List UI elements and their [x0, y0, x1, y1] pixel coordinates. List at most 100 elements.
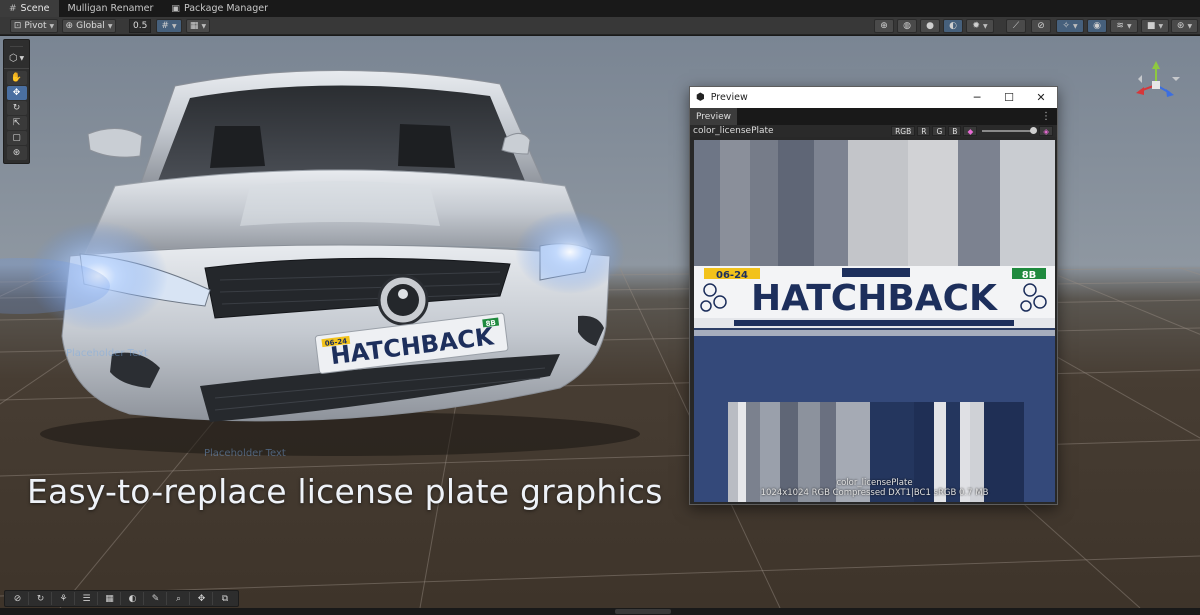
tab-scene[interactable]: # Scene [0, 0, 59, 17]
overlay-button-refresh[interactable]: ↻ [30, 592, 52, 605]
channel-g-button[interactable]: G [932, 126, 947, 136]
overlay-button-brush[interactable]: ✎ [145, 592, 167, 605]
wireframe-sphere-icon: ⊕ [880, 21, 888, 31]
effects-dropdown[interactable]: ✧ ▼ [1056, 19, 1084, 33]
pivot-icon: ⊡ [13, 21, 22, 31]
scene-view[interactable]: 06-24 8B HATCHBACK Placeholder Text Plac… [0, 36, 1200, 608]
move-tool-button[interactable]: ✥ [6, 86, 27, 100]
preview-tab-bar: Preview ⋮ [690, 108, 1057, 125]
x-axis-cone[interactable] [1136, 87, 1144, 95]
resize-handle[interactable] [615, 609, 671, 614]
texture-preview: 06-24 8B HATCHBACK color_licensePlate 10… [694, 140, 1055, 502]
gizmo-center-cube[interactable] [1152, 81, 1160, 89]
cube-icon: ⬡ [8, 53, 18, 64]
placeholder-label-bottom: Placeholder Text [204, 448, 286, 459]
feature-caption: Easy-to-replace license plate graphics [27, 472, 663, 511]
texture-info-detail: 1024x1024 RGB Compressed DXT1|BC1 sRGB 0… [760, 488, 989, 498]
brush-icon: ✎ [151, 593, 160, 604]
audio-toggle[interactable]: ⊘ [1031, 19, 1051, 33]
scale-icon: ⇱ [12, 118, 21, 128]
preview-titlebar[interactable]: ⬢ Preview ─ ☐ ✕ [690, 87, 1057, 108]
chevron-down-icon: ▼ [1072, 22, 1078, 30]
editor-tab-bar: # Scene Mulligan Renamer ▣ Package Manag… [0, 0, 1200, 17]
pivot-dropdown[interactable]: ⊡ Pivot ▼ [10, 19, 58, 33]
view-options-dropdown[interactable]: ⬡ ▼ [4, 49, 29, 69]
rect-tool-button[interactable]: ▢ [6, 131, 27, 145]
chevron-down-icon: ▼ [1187, 22, 1193, 30]
mip-small-icon: ◆ [963, 126, 978, 136]
lit-sphere-icon: ◐ [949, 21, 957, 31]
rotate-icon: ↻ [12, 103, 21, 113]
grid-snap-toggle[interactable]: # ▼ [156, 19, 182, 33]
global-dropdown[interactable]: ⊕ Global ▼ [62, 19, 116, 33]
overlay-button-night[interactable]: ◐ [122, 592, 144, 605]
overlay-button-compass[interactable]: ⊘ [7, 592, 29, 605]
palette-grip[interactable] [10, 41, 23, 47]
window-icon: ⧉ [221, 593, 229, 604]
z-axis-cone[interactable] [1166, 89, 1174, 97]
more-options-icon[interactable]: ⋮ [1041, 111, 1051, 122]
grid-snap-icon: # [161, 21, 169, 31]
scene-toolbar: ⊡ Pivot ▼ ⊕ Global ▼ 0.5 # ▼ ▦ ▼ ⊕ ◍ ● ◐… [0, 17, 1200, 35]
slider-knob[interactable] [1030, 127, 1038, 134]
texture-date-text: 06-24 [716, 270, 748, 281]
snap-increment-field[interactable]: 0.5 [129, 19, 151, 33]
maximize-icon: ☐ [1004, 91, 1014, 104]
tab-preview[interactable]: Preview [690, 108, 738, 125]
view-tool-button[interactable]: ✋ [6, 71, 27, 85]
grid-icon: ▦ [105, 593, 114, 604]
scene-visibility-toggle[interactable]: ◉ [1087, 19, 1107, 33]
overlay-button-grid[interactable]: ▦ [99, 592, 121, 605]
rect-transform-icon: ▢ [12, 133, 21, 143]
minimize-button[interactable]: ─ [961, 87, 993, 108]
preview-header: color_licensePlate RGB R G B ◆ ◈ [690, 125, 1057, 137]
overlay-button-tree[interactable]: ⚘ [53, 592, 75, 605]
close-button[interactable]: ✕ [1025, 87, 1057, 108]
layers-dropdown[interactable]: ≋ ▼ [1110, 19, 1138, 33]
draw-mode-lit-button[interactable]: ◐ [943, 19, 963, 33]
asset-name: color_licensePlate [693, 126, 774, 136]
chevron-down-icon: ▼ [19, 55, 25, 62]
audio-muted-icon: ⊘ [1037, 21, 1045, 31]
chevron-down-icon: ▼ [171, 22, 177, 30]
overlay-toolbar: ⊘ ↻ ⚘ ☰ ▦ ◐ ✎ ⌕ ✥ ⧉ [4, 590, 239, 607]
scale-tool-button[interactable]: ⇱ [6, 116, 27, 130]
draw-mode-wireframe-button[interactable]: ◍ [897, 19, 917, 33]
tab-mulligan-renamer[interactable]: Mulligan Renamer [59, 0, 163, 17]
mip-level-slider[interactable] [982, 127, 1038, 134]
channel-r-button[interactable]: R [917, 126, 931, 136]
gizmos-dropdown[interactable]: ⊛ ▼ [1171, 19, 1198, 33]
overlay-button-search[interactable]: ⌕ [168, 592, 190, 605]
scene-2d-toggle[interactable]: ⟋ [1006, 19, 1026, 33]
draw-mode-shaded-button[interactable]: ● [920, 19, 940, 33]
overlay-button-list[interactable]: ☰ [76, 592, 98, 605]
list-icon: ☰ [82, 593, 91, 604]
refresh-icon: ↻ [36, 593, 45, 604]
rotate-tool-button[interactable]: ↻ [6, 101, 27, 115]
orientation-gizmo[interactable] [1126, 59, 1186, 111]
lighting-dropdown[interactable]: ✹ ▼ [966, 19, 994, 33]
license-plate-texture: 06-24 8B HATCHBACK [694, 140, 1055, 502]
transform-tool-button[interactable]: ⊛ [6, 146, 27, 160]
texture-main-text: HATCHBACK [751, 278, 998, 319]
solid-sphere-icon: ● [926, 21, 934, 31]
overlay-button-move[interactable]: ✥ [191, 592, 213, 605]
camera-dropdown[interactable]: ■ ▼ [1141, 19, 1169, 33]
maximize-button[interactable]: ☐ [993, 87, 1025, 108]
overlay-button-window[interactable]: ⧉ [214, 592, 236, 605]
draw-mode-shaded-wire-button[interactable]: ⊕ [874, 19, 894, 33]
car-model[interactable]: 06-24 8B HATCHBACK [0, 36, 700, 506]
tab-package-manager[interactable]: ▣ Package Manager [162, 0, 277, 17]
minimize-icon: ─ [973, 91, 981, 104]
status-strip [0, 608, 1200, 615]
chevron-down-icon: ▼ [201, 22, 207, 30]
search-icon: ⌕ [175, 593, 182, 604]
scene-icon: # [9, 3, 17, 14]
globe-icon: ⊕ [65, 21, 74, 31]
channel-b-button[interactable]: B [948, 126, 962, 136]
close-icon: ✕ [1036, 91, 1046, 104]
y-axis-cone[interactable] [1152, 61, 1160, 69]
grid-visibility-toggle[interactable]: ▦ ▼ [186, 19, 210, 33]
channel-rgb-button[interactable]: RGB [891, 126, 916, 136]
tree-icon: ⚘ [59, 593, 68, 604]
